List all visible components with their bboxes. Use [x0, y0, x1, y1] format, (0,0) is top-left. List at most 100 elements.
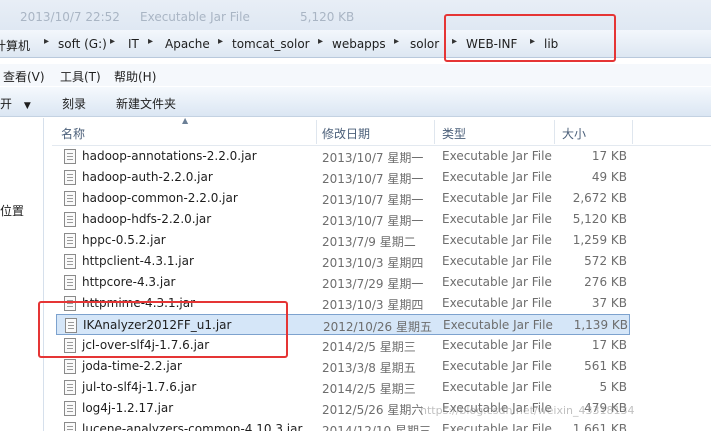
- file-date: 2013/10/7 星期一: [322, 172, 424, 186]
- jar-file-icon: [64, 401, 76, 416]
- column-divider[interactable]: [554, 120, 555, 144]
- sort-ascending-icon: ▲: [182, 116, 189, 125]
- file-date: 2014/12/10 星期三: [322, 424, 431, 431]
- jar-file-icon: [64, 380, 76, 395]
- file-size: 37 KB: [591, 296, 627, 310]
- breadcrumb-item-computer[interactable]: 计算机: [0, 37, 30, 54]
- file-row[interactable]: hppc-0.5.2.jar 2013/7/9 星期二 Executable J…: [56, 230, 630, 251]
- file-name: hadoop-annotations-2.2.0.jar: [82, 149, 257, 163]
- menu-tools[interactable]: 工具(T): [60, 68, 101, 85]
- breadcrumb-item-solor[interactable]: solor: [410, 37, 439, 51]
- breadcrumb-item-tomcat[interactable]: tomcat_solor: [232, 37, 310, 51]
- file-date: 2013/10/3 星期四: [322, 256, 424, 270]
- file-size: 5,120 KB: [572, 212, 627, 226]
- file-size: 49 KB: [591, 170, 627, 184]
- ghost-size: 5,120 KB: [300, 10, 355, 24]
- jar-file-icon: [64, 359, 76, 374]
- chevron-right-icon[interactable]: ▸: [148, 36, 153, 47]
- burn-button[interactable]: 刻录: [62, 95, 86, 112]
- file-type: Executable Jar File: [442, 254, 552, 268]
- annotation-box-web-inf-lib: [444, 14, 616, 62]
- jar-file-icon: [64, 170, 76, 185]
- file-name: hppc-0.5.2.jar: [82, 233, 166, 247]
- file-name: httpclient-4.3.1.jar: [82, 254, 194, 268]
- file-date: 2012/10/26 星期五: [323, 320, 432, 334]
- file-type: Executable Jar File: [442, 212, 552, 226]
- chevron-right-icon[interactable]: ▸: [110, 36, 115, 47]
- jar-file-icon: [64, 254, 76, 269]
- file-size: 561 KB: [584, 359, 627, 373]
- file-name: hadoop-common-2.2.0.jar: [82, 191, 238, 205]
- jar-file-icon: [64, 212, 76, 227]
- breadcrumb-item-webapps[interactable]: webapps: [332, 37, 386, 51]
- file-date: 2014/2/5 星期三: [322, 382, 416, 396]
- file-date: 2013/10/7 星期一: [322, 151, 424, 165]
- breadcrumb-item-it[interactable]: IT: [128, 37, 139, 51]
- column-header: ▲ 名称 修改日期 类型 大小: [52, 116, 711, 146]
- breadcrumb-item-drive[interactable]: soft (G:): [58, 37, 107, 51]
- file-size: 2,672 KB: [572, 191, 627, 205]
- file-date: 2013/7/29 星期一: [322, 277, 424, 291]
- file-type: Executable Jar File: [442, 296, 552, 310]
- file-type: Executable Jar File: [442, 149, 552, 163]
- file-type: Executable Jar File: [442, 170, 552, 184]
- file-date: 2012/5/26 星期六: [322, 403, 424, 417]
- file-type: Executable Jar File: [442, 380, 552, 394]
- menu-help[interactable]: 帮助(H): [114, 68, 156, 85]
- file-list: hadoop-annotations-2.2.0.jar 2013/10/7 星…: [52, 146, 711, 431]
- command-toolbar: 开 ▼ 刻录 新建文件夹: [0, 87, 711, 117]
- annotation-box-ikanalyzer: [38, 301, 288, 358]
- file-row[interactable]: joda-time-2.2.jar 2013/3/8 星期五 Executabl…: [56, 356, 630, 377]
- file-size: 5 KB: [599, 380, 627, 394]
- column-name[interactable]: 名称: [61, 125, 85, 142]
- file-size: 1,259 KB: [572, 233, 627, 247]
- file-date: 2013/10/7 星期一: [322, 214, 424, 228]
- file-row[interactable]: hadoop-auth-2.2.0.jar 2013/10/7 星期一 Exec…: [56, 167, 630, 188]
- column-size[interactable]: 大小: [562, 125, 586, 142]
- menu-view[interactable]: 查看(V): [3, 68, 45, 85]
- file-type: Executable Jar File: [442, 275, 552, 289]
- ghost-date: 2013/10/7 22:52: [20, 10, 120, 24]
- column-divider[interactable]: [316, 120, 317, 144]
- file-name: log4j-1.2.17.jar: [82, 401, 174, 415]
- file-type: Executable Jar File: [442, 191, 552, 205]
- watermark: https://blog.csdn.net/weixin_43318134: [420, 404, 635, 417]
- chevron-right-icon[interactable]: ▸: [318, 36, 323, 47]
- file-type: Executable Jar File: [442, 359, 552, 373]
- file-row[interactable]: jul-to-slf4j-1.7.6.jar 2014/2/5 星期三 Exec…: [56, 377, 630, 398]
- new-folder-button[interactable]: 新建文件夹: [116, 95, 176, 112]
- file-type: Executable Jar File: [442, 338, 552, 352]
- open-button-label: 开: [0, 97, 13, 111]
- file-date: 2014/2/5 星期三: [322, 340, 416, 354]
- file-row[interactable]: httpclient-4.3.1.jar 2013/10/3 星期四 Execu…: [56, 251, 630, 272]
- open-button[interactable]: 开 ▼: [0, 95, 31, 112]
- file-row[interactable]: hadoop-hdfs-2.2.0.jar 2013/10/7 星期一 Exec…: [56, 209, 630, 230]
- jar-file-icon: [64, 422, 76, 431]
- jar-file-icon: [64, 275, 76, 290]
- chevron-right-icon[interactable]: ▸: [394, 36, 399, 47]
- ghost-type: Executable Jar File: [140, 10, 250, 24]
- column-divider[interactable]: [434, 120, 435, 144]
- jar-file-icon: [64, 233, 76, 248]
- file-row[interactable]: hadoop-annotations-2.2.0.jar 2013/10/7 星…: [56, 146, 630, 167]
- file-date: 2013/10/3 星期四: [322, 298, 424, 312]
- column-type[interactable]: 类型: [442, 125, 466, 142]
- file-type: Executable Jar File: [442, 422, 552, 431]
- breadcrumb-item-apache[interactable]: Apache: [165, 37, 210, 51]
- chevron-right-icon[interactable]: ▸: [44, 36, 49, 47]
- nav-item-location[interactable]: 位置: [0, 202, 24, 219]
- file-row[interactable]: httpcore-4.3.jar 2013/7/29 星期一 Executabl…: [56, 272, 630, 293]
- file-type: Executable Jar File: [442, 233, 552, 247]
- column-date[interactable]: 修改日期: [322, 125, 370, 142]
- chevron-right-icon[interactable]: ▸: [218, 36, 223, 47]
- file-row[interactable]: hadoop-common-2.2.0.jar 2013/10/7 星期一 Ex…: [56, 188, 630, 209]
- file-size: 1,661 KB: [572, 422, 627, 431]
- column-divider[interactable]: [632, 120, 633, 144]
- file-size: 17 KB: [591, 149, 627, 163]
- file-row[interactable]: lucene-analyzers-common-4.10.3.jar 2014/…: [56, 419, 630, 431]
- dropdown-arrow-icon: ▼: [23, 101, 31, 111]
- file-name: lucene-analyzers-common-4.10.3.jar: [82, 422, 303, 431]
- jar-file-icon: [64, 191, 76, 206]
- menu-bar: 查看(V) 工具(T) 帮助(H): [0, 64, 711, 86]
- file-size: 17 KB: [591, 338, 627, 352]
